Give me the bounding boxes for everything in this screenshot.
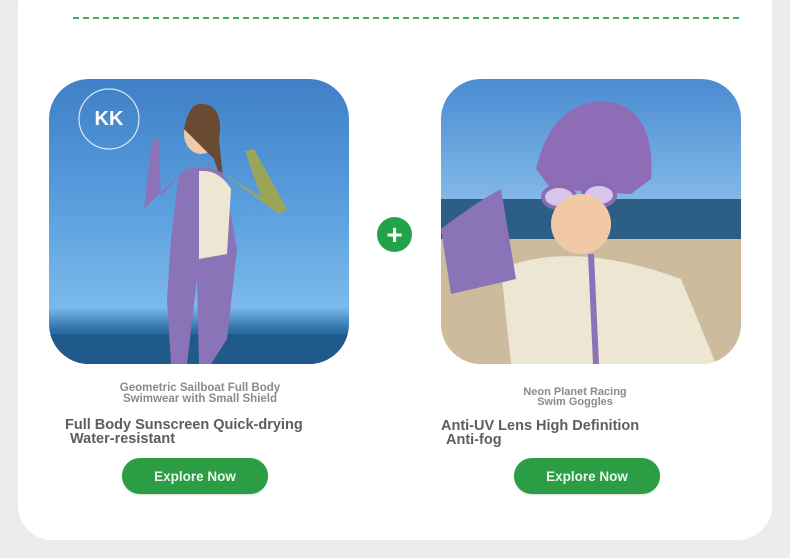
explore-now-button-goggles[interactable]: Explore Now — [514, 458, 660, 494]
feature-text-goggles: Anti-UV Lens High Definition Anti-fog — [441, 418, 741, 448]
feature-text-swimwear: Full Body Sunscreen Quick-drying Water-r… — [65, 417, 365, 447]
product-subtitle-swimwear: Geometric Sailboat Full Body Swimwear wi… — [70, 382, 330, 405]
swimwear-product-image[interactable]: KK — [49, 79, 349, 364]
swimwear-illustration: KK — [49, 88, 349, 364]
plus-icon: + — [377, 217, 412, 252]
feature-line: Anti-fog — [446, 432, 502, 448]
brand-logo: KK — [95, 108, 124, 130]
goggles-product-image[interactable] — [441, 79, 741, 364]
feature-line: Anti-UV Lens High Definition — [441, 418, 640, 434]
feature-line: Full Body Sunscreen Quick-drying — [65, 417, 303, 433]
subtitle-line: Swim Goggles — [537, 396, 613, 408]
subtitle-line: Swimwear with Small Shield — [122, 393, 277, 405]
explore-now-button-swimwear[interactable]: Explore Now — [122, 458, 268, 494]
product-subtitle-goggles: Neon Planet Racing Swim Goggles — [460, 387, 690, 408]
dashed-divider — [73, 17, 739, 19]
feature-line: Water-resistant — [70, 431, 176, 447]
goggles-illustration — [441, 101, 741, 364]
